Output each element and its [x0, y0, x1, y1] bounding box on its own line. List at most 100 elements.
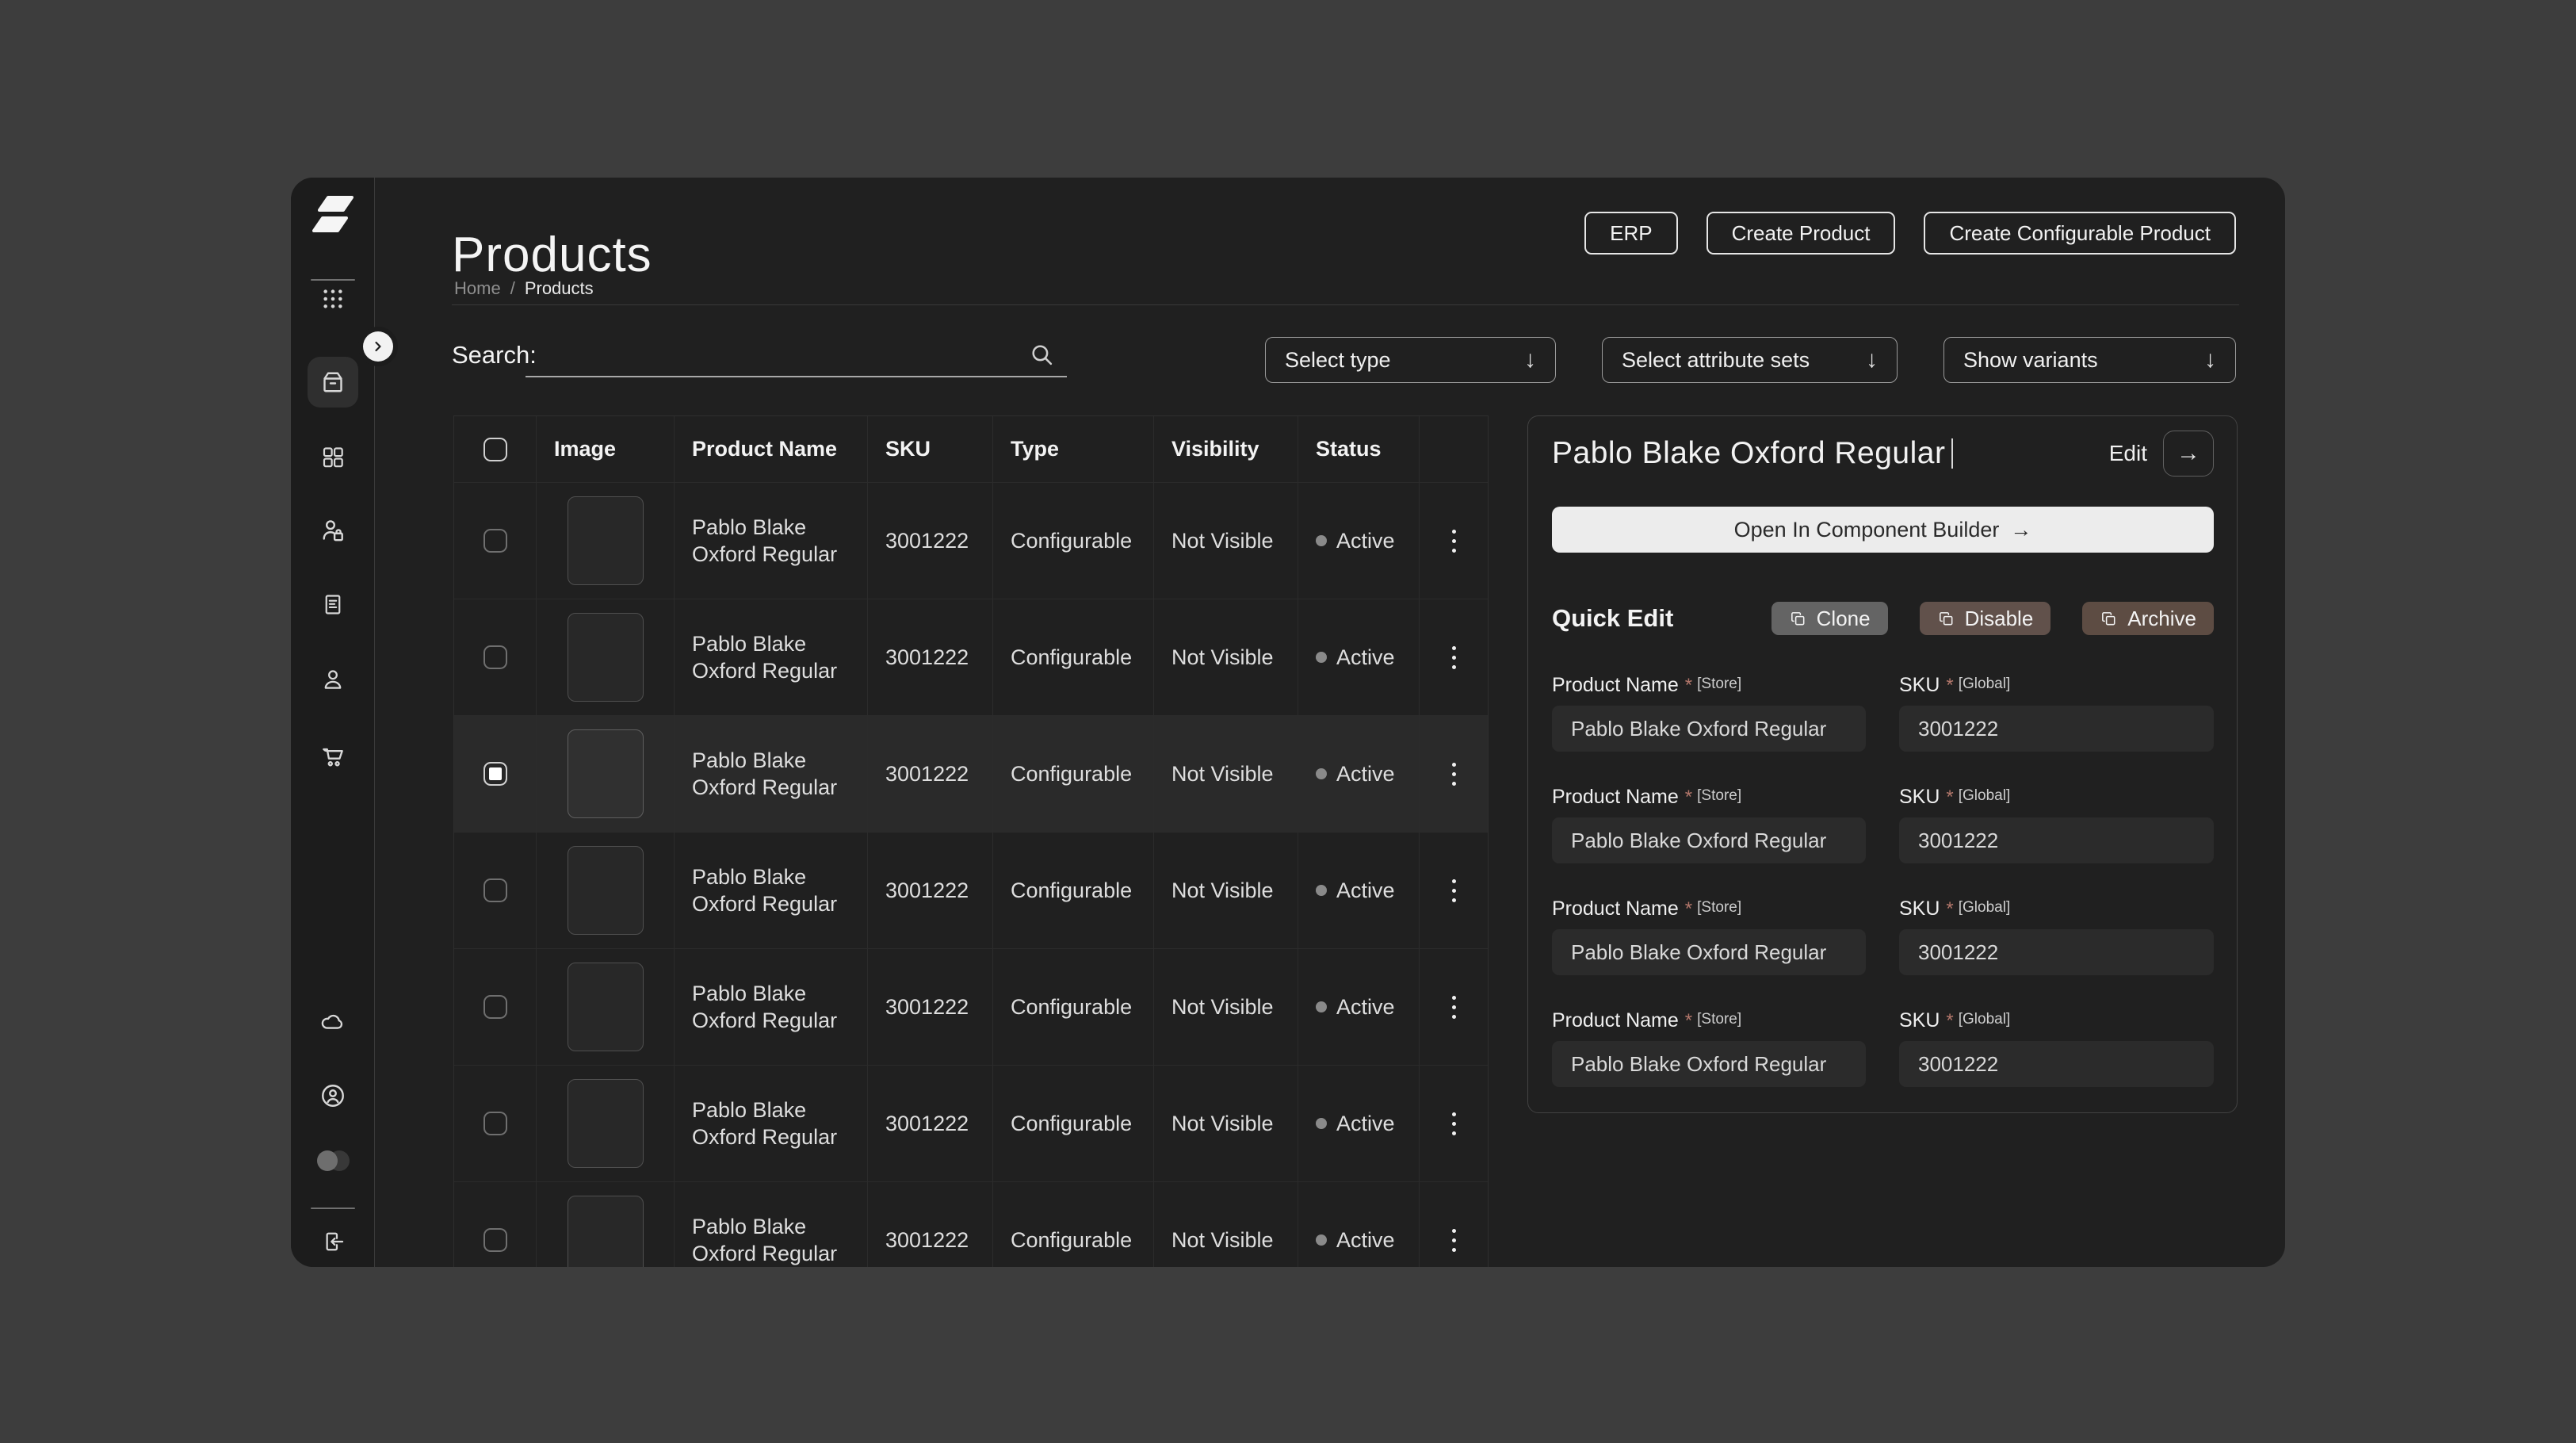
table-row[interactable]: Pablo Blake Oxford Regular 3001222 Confi… — [454, 832, 1488, 948]
product-name-input[interactable] — [1552, 706, 1866, 752]
global-scope-label: [Global] — [1958, 1011, 2011, 1028]
disable-button[interactable]: Disable — [1919, 602, 2051, 635]
product-name-field: Product Name * [Store] — [1552, 898, 1866, 975]
product-name-cell: Pablo Blake Oxford Regular — [675, 1182, 868, 1267]
search-input[interactable] — [526, 336, 1067, 377]
archive-label: Archive — [2127, 606, 2196, 630]
breadcrumb: Home / Products — [454, 278, 594, 299]
global-scope-label: [Global] — [1958, 899, 2011, 916]
status-dot — [1316, 1118, 1327, 1129]
create-configurable-product-button[interactable]: Create Configurable Product — [1924, 212, 2236, 255]
archive-button[interactable]: Archive — [2082, 602, 2214, 635]
theme-toggle[interactable] — [316, 1150, 350, 1171]
sku-field: SKU * [Global] — [1899, 786, 2214, 863]
sku-cell: 3001222 — [868, 599, 993, 715]
product-name-input[interactable] — [1552, 1041, 1866, 1087]
row-menu-button[interactable] — [1420, 483, 1488, 599]
row-checkbox[interactable] — [483, 762, 507, 786]
select-type-dropdown[interactable]: Select type ↓ — [1265, 337, 1556, 383]
row-checkbox[interactable] — [483, 1228, 507, 1252]
product-name-input[interactable] — [1552, 817, 1866, 863]
column-header-type: Type — [993, 416, 1154, 482]
kebab-icon — [1451, 781, 1456, 786]
sku-input[interactable] — [1899, 1041, 2214, 1087]
row-menu-button[interactable] — [1420, 1066, 1488, 1181]
select-attribute-sets-label: Select attribute sets — [1622, 347, 1810, 372]
select-all-checkbox[interactable] — [483, 437, 507, 461]
product-name-label: Product Name — [1552, 1009, 1679, 1032]
table-row[interactable]: Pablo Blake Oxford Regular 3001222 Confi… — [454, 948, 1488, 1065]
erp-button[interactable]: ERP — [1584, 212, 1678, 255]
apps-grid-icon — [323, 289, 342, 308]
select-attribute-sets-dropdown[interactable]: Select attribute sets ↓ — [1602, 337, 1898, 383]
dashboard-icon — [323, 447, 343, 468]
sku-label-row: SKU * [Global] — [1899, 674, 2214, 698]
row-menu-button[interactable] — [1420, 1182, 1488, 1267]
column-header-visibility: Visibility — [1154, 416, 1298, 482]
clone-label: Clone — [1816, 606, 1871, 630]
row-checkbox[interactable] — [483, 529, 507, 553]
kebab-icon — [1451, 1228, 1456, 1233]
create-product-button[interactable]: Create Product — [1706, 212, 1896, 255]
search-icon[interactable] — [1026, 339, 1057, 369]
type-cell: Configurable — [993, 599, 1154, 715]
table-row[interactable]: Pablo Blake Oxford Regular 3001222 Confi… — [454, 599, 1488, 715]
status-cell: Active — [1298, 599, 1420, 715]
row-menu-button[interactable] — [1420, 949, 1488, 1065]
row-menu-button[interactable] — [1420, 599, 1488, 715]
sidebar-item-account[interactable] — [319, 1081, 347, 1110]
clone-button[interactable]: Clone — [1771, 602, 1888, 635]
required-asterisk: * — [1684, 787, 1693, 808]
field-group: Product Name * [Store] SKU * [Global] — [1552, 898, 2214, 975]
table-body: Pablo Blake Oxford Regular 3001222 Confi… — [454, 482, 1488, 1267]
table-row[interactable]: Pablo Blake Oxford Regular 3001222 Confi… — [454, 1181, 1488, 1267]
sidebar-item-dashboard[interactable] — [319, 444, 346, 470]
sku-input[interactable] — [1899, 929, 2214, 975]
row-menu-button[interactable] — [1420, 832, 1488, 948]
sidebar-item-cart[interactable] — [319, 743, 346, 771]
sku-cell: 3001222 — [868, 949, 993, 1065]
show-variants-dropdown[interactable]: Show variants ↓ — [1943, 337, 2236, 383]
edit-arrow-button[interactable]: → — [2163, 431, 2214, 477]
sidebar-item-products[interactable] — [307, 357, 358, 408]
product-detail-panel: Pablo Blake Oxford Regular Edit → Open I… — [1527, 415, 2238, 1113]
product-name-input[interactable] — [1552, 929, 1866, 975]
sku-input[interactable] — [1899, 817, 2214, 863]
open-in-component-builder-button[interactable]: Open In Component Builder → — [1552, 507, 2214, 553]
sidebar-expand-button[interactable] — [363, 331, 393, 362]
sidebar-item-logout[interactable] — [319, 1228, 346, 1255]
column-header-status: Status — [1298, 416, 1420, 482]
visibility-cell: Not Visible — [1154, 949, 1298, 1065]
product-image-cell — [537, 832, 675, 948]
sidebar-item-apps[interactable] — [320, 286, 346, 312]
products-table: Image Product Name SKU Type Visibility S… — [453, 415, 1489, 1267]
row-checkbox[interactable] — [483, 995, 507, 1019]
table-row[interactable]: Pablo Blake Oxford Regular 3001222 Confi… — [454, 1065, 1488, 1181]
disable-label: Disable — [1964, 606, 2034, 630]
kebab-icon — [1451, 1112, 1456, 1116]
sidebar-item-cloud[interactable] — [319, 1008, 346, 1035]
product-name-cell: Pablo Blake Oxford Regular — [675, 483, 868, 599]
sidebar-item-customers[interactable] — [319, 516, 347, 545]
logout-icon — [326, 1232, 343, 1251]
sidebar-item-orders[interactable] — [319, 591, 346, 618]
cart-icon — [322, 748, 343, 767]
visibility-cell: Not Visible — [1154, 483, 1298, 599]
row-menu-button[interactable] — [1420, 716, 1488, 832]
sku-input[interactable] — [1899, 706, 2214, 752]
global-scope-label: [Global] — [1958, 787, 2011, 804]
breadcrumb-home-link[interactable]: Home — [454, 278, 501, 299]
product-name-field: Product Name * [Store] — [1552, 674, 1866, 752]
sidebar-item-profile[interactable] — [319, 666, 346, 693]
edit-button[interactable]: Edit — [2109, 441, 2147, 466]
column-header-image: Image — [537, 416, 675, 482]
row-checkbox[interactable] — [483, 645, 507, 669]
visibility-cell: Not Visible — [1154, 1066, 1298, 1181]
row-checkbox[interactable] — [483, 878, 507, 902]
product-name-label-row: Product Name * [Store] — [1552, 898, 1866, 921]
table-row[interactable]: Pablo Blake Oxford Regular 3001222 Confi… — [454, 482, 1488, 599]
store-scope-label: [Store] — [1697, 1011, 1742, 1028]
row-checkbox[interactable] — [483, 1112, 507, 1135]
product-image-placeholder — [567, 963, 644, 1051]
table-row[interactable]: Pablo Blake Oxford Regular 3001222 Confi… — [454, 715, 1488, 832]
